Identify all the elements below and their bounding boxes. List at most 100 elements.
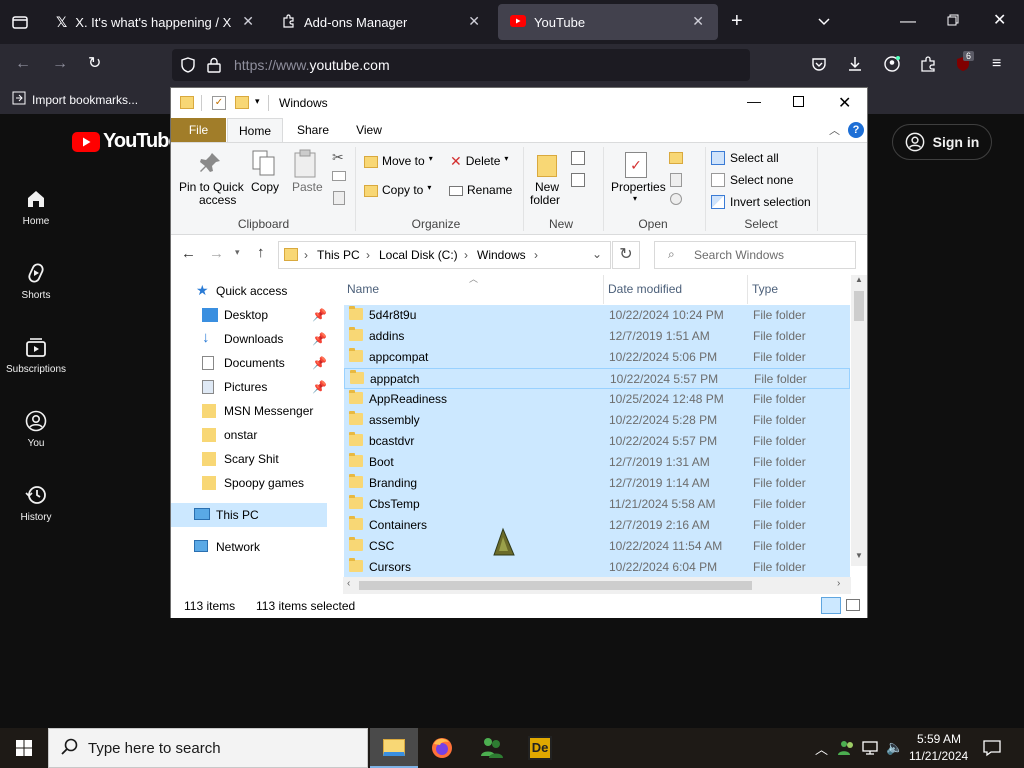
volume-icon[interactable]: 🔈 bbox=[886, 739, 903, 756]
new-tab-icon[interactable]: + bbox=[731, 11, 743, 31]
table-row[interactable]: bcastdvr 10/22/2024 5:57 PM File folder bbox=[344, 431, 850, 452]
taskbar-app-de[interactable]: De bbox=[516, 728, 564, 768]
large-icons-view-icon[interactable] bbox=[846, 599, 860, 611]
breadcrumb-sep-icon[interactable]: › bbox=[534, 248, 538, 262]
nav-msn-messenger[interactable]: MSN Messenger bbox=[202, 399, 313, 423]
move-to-button[interactable]: Move to ▾ bbox=[364, 154, 433, 168]
back-arrow-icon[interactable]: ← bbox=[181, 245, 196, 262]
yt-nav-shorts[interactable]: Shorts bbox=[0, 262, 72, 301]
nav-scary-shit[interactable]: Scary Shit bbox=[202, 447, 279, 471]
rename-button[interactable]: Rename bbox=[449, 183, 512, 197]
tab-view[interactable]: View bbox=[343, 118, 395, 142]
url-bar[interactable]: https://www.youtube.com bbox=[172, 49, 750, 81]
import-bookmarks-button[interactable]: Import bookmarks... bbox=[12, 91, 138, 108]
address-bar[interactable]: › This PC › Local Disk (C:) › Windows › … bbox=[278, 241, 611, 269]
explorer-title-bar[interactable]: ✓ ▾ Windows — ✕ bbox=[171, 88, 867, 118]
forward-icon[interactable]: → bbox=[52, 56, 68, 72]
breadcrumb-sep-icon[interactable]: › bbox=[366, 248, 370, 262]
yt-nav-you[interactable]: You bbox=[0, 410, 72, 449]
pocket-icon[interactable] bbox=[811, 56, 827, 76]
windows-start-icon[interactable] bbox=[16, 740, 32, 761]
nav-onstar[interactable]: onstar bbox=[202, 423, 257, 447]
column-date[interactable]: Date modified bbox=[604, 275, 748, 304]
new-folder-qat-icon[interactable] bbox=[235, 96, 249, 109]
clock-date[interactable]: 11/21/2024 bbox=[909, 749, 968, 763]
properties-qat-icon[interactable]: ✓ bbox=[212, 96, 226, 110]
nav-desktop[interactable]: Desktop 📌 bbox=[202, 303, 327, 327]
pin-quick-access-button[interactable]: Pin to Quick access bbox=[177, 149, 244, 209]
qat-dropdown-icon[interactable]: ▾ bbox=[255, 96, 260, 107]
tab-home[interactable]: Home bbox=[227, 118, 283, 142]
cut-icon[interactable]: ✂ bbox=[332, 149, 344, 166]
scroll-up-icon[interactable]: ▲ bbox=[855, 275, 863, 284]
minimize-icon[interactable]: — bbox=[900, 14, 916, 30]
reload-icon[interactable]: ↻ bbox=[88, 56, 101, 72]
table-row[interactable]: AppReadiness 10/25/2024 12:48 PM File fold… bbox=[344, 389, 850, 410]
scroll-left-icon[interactable]: ‹ bbox=[347, 578, 350, 589]
taskbar-messenger[interactable] bbox=[468, 728, 516, 768]
easy-access-icon[interactable] bbox=[571, 173, 585, 187]
nav-documents[interactable]: Documents 📌 bbox=[202, 351, 327, 375]
minimize-icon[interactable]: — bbox=[747, 93, 761, 109]
horizontal-scrollbar[interactable]: ‹ › bbox=[343, 577, 851, 594]
forward-arrow-icon[interactable]: → bbox=[209, 245, 224, 262]
history-icon[interactable] bbox=[670, 193, 682, 205]
lock-icon[interactable] bbox=[207, 57, 221, 77]
edit-icon[interactable] bbox=[670, 173, 682, 187]
tab-share[interactable]: Share bbox=[287, 118, 339, 142]
extensions-icon[interactable] bbox=[920, 56, 936, 76]
breadcrumb-this-pc[interactable]: This PC bbox=[317, 248, 360, 262]
yt-nav-home[interactable]: Home bbox=[0, 188, 72, 227]
nav-this-pc[interactable]: This PC bbox=[171, 503, 327, 527]
table-row[interactable]: Containers 12/7/2019 2:16 AM File folder bbox=[344, 515, 850, 536]
table-row[interactable]: Cursors 10/22/2024 6:04 PM File folder bbox=[344, 557, 850, 578]
up-arrow-icon[interactable]: ↑ bbox=[257, 244, 265, 261]
breadcrumb-sep-icon[interactable]: › bbox=[464, 248, 468, 262]
nav-downloads[interactable]: ↓ Downloads 📌 bbox=[202, 327, 327, 351]
paste-button[interactable]: Paste bbox=[287, 149, 325, 199]
nav-spoopy-games[interactable]: Spoopy games bbox=[202, 471, 304, 495]
invert-selection-button[interactable]: Invert selection bbox=[711, 195, 811, 209]
sign-in-button[interactable]: Sign in bbox=[892, 124, 992, 160]
select-all-button[interactable]: Select all bbox=[711, 151, 779, 165]
notification-icon[interactable] bbox=[983, 739, 1001, 762]
collapse-ribbon-icon[interactable]: ︿ bbox=[829, 122, 840, 138]
vertical-scrollbar[interactable]: ▲ ▼ bbox=[851, 275, 867, 566]
shield-icon[interactable] bbox=[180, 57, 196, 77]
clock-time[interactable]: 5:59 AM bbox=[917, 732, 961, 746]
scroll-thumb[interactable] bbox=[854, 291, 864, 321]
table-row[interactable]: assembly 10/22/2024 5:28 PM File folder bbox=[344, 410, 850, 431]
table-row[interactable]: Branding 12/7/2019 1:14 AM File folder bbox=[344, 473, 850, 494]
youtube-logo[interactable]: YouTube bbox=[72, 130, 180, 153]
window-close-icon[interactable]: ✕ bbox=[993, 13, 1006, 29]
paste-shortcut-icon[interactable] bbox=[333, 191, 345, 205]
address-dropdown-icon[interactable]: ⌄ bbox=[592, 247, 602, 261]
close-icon[interactable]: ✕ bbox=[468, 13, 480, 30]
search-input[interactable]: ⌕ Search Windows bbox=[654, 241, 856, 269]
refresh-box[interactable]: ↻ bbox=[612, 241, 640, 269]
taskbar-file-explorer[interactable] bbox=[370, 728, 418, 768]
breadcrumb-windows[interactable]: Windows bbox=[477, 248, 526, 262]
copy-path-icon[interactable] bbox=[332, 171, 346, 181]
breadcrumb-sep-icon[interactable]: › bbox=[304, 248, 308, 262]
chevron-up-icon[interactable]: ︿ bbox=[815, 739, 828, 758]
account-icon[interactable] bbox=[884, 56, 900, 76]
copy-to-button[interactable]: Copy to ▾ bbox=[364, 183, 431, 197]
open-icon[interactable] bbox=[669, 152, 683, 164]
new-item-icon[interactable] bbox=[571, 151, 585, 165]
table-row[interactable]: 5d4r8t9u 10/22/2024 10:24 PM File folder bbox=[344, 305, 850, 326]
taskbar-firefox[interactable] bbox=[418, 728, 466, 768]
column-name[interactable]: Name bbox=[343, 275, 604, 304]
properties-button[interactable]: ✓ Properties ▾ bbox=[609, 149, 666, 209]
back-icon[interactable]: ← bbox=[15, 56, 31, 72]
scroll-thumb[interactable] bbox=[359, 581, 752, 590]
nav-network[interactable]: Network bbox=[194, 535, 260, 559]
menu-icon[interactable]: ≡ bbox=[992, 56, 1001, 72]
taskbar-search-input[interactable]: Type here to search bbox=[48, 728, 368, 768]
chevron-down-icon[interactable] bbox=[817, 14, 831, 32]
yt-nav-subscriptions[interactable]: Subscriptions bbox=[0, 336, 72, 375]
delete-button[interactable]: ✕ Delete ▾ bbox=[450, 154, 508, 168]
table-row[interactable]: apppatch 10/22/2024 5:57 PM File folder bbox=[344, 368, 850, 389]
breadcrumb-local-disk[interactable]: Local Disk (C:) bbox=[379, 248, 458, 262]
network-icon[interactable] bbox=[862, 740, 878, 761]
